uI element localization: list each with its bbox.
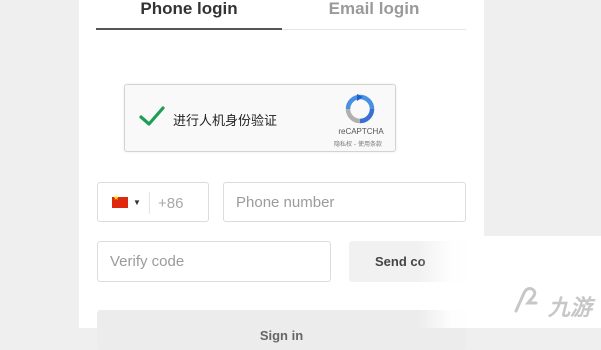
dial-code: +86 — [158, 195, 184, 212]
tab-phone-login[interactable]: Phone login — [96, 0, 282, 29]
sign-in-button[interactable]: Sign in — [97, 310, 466, 350]
verify-code-input[interactable] — [97, 241, 331, 282]
recaptcha-logo-icon — [345, 94, 375, 124]
tab-divider — [282, 29, 466, 30]
active-tab-indicator — [96, 28, 282, 30]
chevron-down-icon: ▼ — [133, 198, 141, 207]
country-separator — [149, 192, 150, 214]
recaptcha-brand: reCAPTCHA — [338, 127, 384, 136]
country-code-select[interactable]: ★ ▼ +86 — [97, 182, 209, 222]
watermark-logo-icon — [514, 287, 538, 313]
phone-number-input[interactable] — [223, 182, 466, 222]
recaptcha-terms-link[interactable]: 隐私权 - 使用条款 — [323, 139, 393, 148]
recaptcha-label: 进行人机身份验证 — [173, 114, 278, 129]
china-flag-icon: ★ — [112, 195, 128, 208]
checkmark-icon[interactable] — [139, 105, 165, 127]
tab-email-login[interactable]: Email login — [282, 0, 466, 29]
watermark-text: 九游 — [548, 296, 593, 321]
send-code-button[interactable]: Send co — [349, 241, 466, 282]
recaptcha-widget[interactable]: 进行人机身份验证 reCAPTCHA 隐私权 - 使用条款 — [124, 84, 396, 152]
